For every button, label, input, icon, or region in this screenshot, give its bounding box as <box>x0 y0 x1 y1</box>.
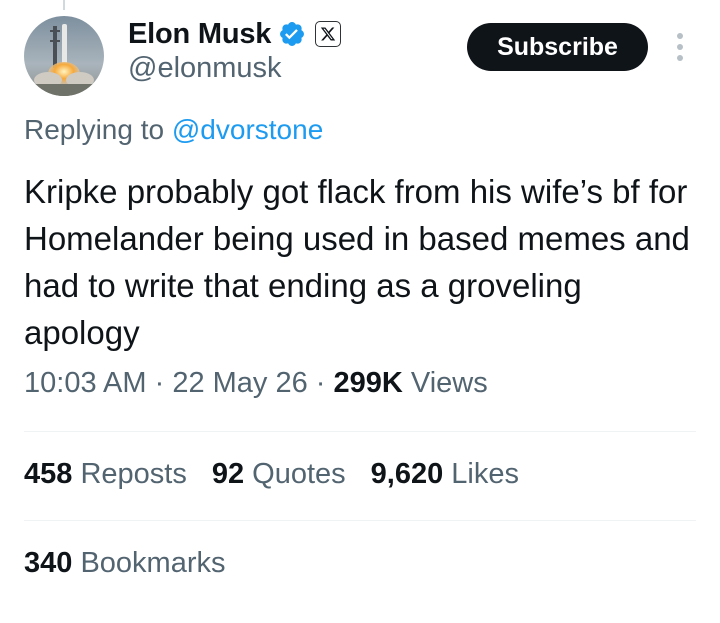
divider <box>24 431 696 432</box>
reposts-count: 458 <box>24 458 73 490</box>
reposts-label: Reposts <box>72 458 187 490</box>
author-display-name[interactable]: Elon Musk <box>128 18 271 51</box>
likes-stat[interactable]: 9,620 Likes <box>371 458 519 491</box>
quotes-count: 92 <box>211 458 245 490</box>
author-handle[interactable]: @elonmusk <box>128 52 282 85</box>
tweet-time[interactable]: 10:03 AM <box>24 367 147 399</box>
avatar[interactable] <box>24 16 104 96</box>
quotes-label: Quotes <box>244 458 346 490</box>
bookmarks-label: Bookmarks <box>72 547 226 579</box>
verified-badge-icon[interactable] <box>278 20 306 48</box>
likes-count: 9,620 <box>370 458 444 490</box>
views-label: Views <box>402 367 488 399</box>
meta-separator: · <box>307 367 334 399</box>
replying-to-line: Replying to @dvorstone <box>24 114 323 146</box>
x-logo-icon[interactable] <box>315 21 342 47</box>
tweet-meta: 10:03 AM · 22 May 26 · 299K Views <box>24 367 488 400</box>
quotes-stat[interactable]: 92 Quotes <box>212 458 346 491</box>
tweet-text: Kripke probably got flack from his wife’… <box>24 173 690 351</box>
bookmarks-count: 340 <box>24 547 73 579</box>
reposts-stat[interactable]: 458 Reposts <box>24 458 187 491</box>
author-name-row: Elon Musk <box>128 16 342 52</box>
views-count: 299K <box>333 367 403 399</box>
tweet-date[interactable]: 22 May 26 <box>172 367 307 399</box>
likes-label: Likes <box>443 458 520 490</box>
reply-mention-link[interactable]: @dvorstone <box>172 114 323 145</box>
engagement-stats: 458 Reposts 92 Quotes 9,620 Likes <box>24 458 544 491</box>
replying-to-label: Replying to <box>24 114 172 145</box>
more-vertical-icon[interactable] <box>668 30 692 64</box>
bookmarks-stat[interactable]: 340 Bookmarks <box>24 547 226 580</box>
rocket-launch-avatar <box>24 16 104 96</box>
divider <box>24 520 696 521</box>
meta-separator: · <box>146 367 173 399</box>
subscribe-button[interactable]: Subscribe <box>467 23 648 71</box>
thread-connector-line <box>63 0 65 10</box>
